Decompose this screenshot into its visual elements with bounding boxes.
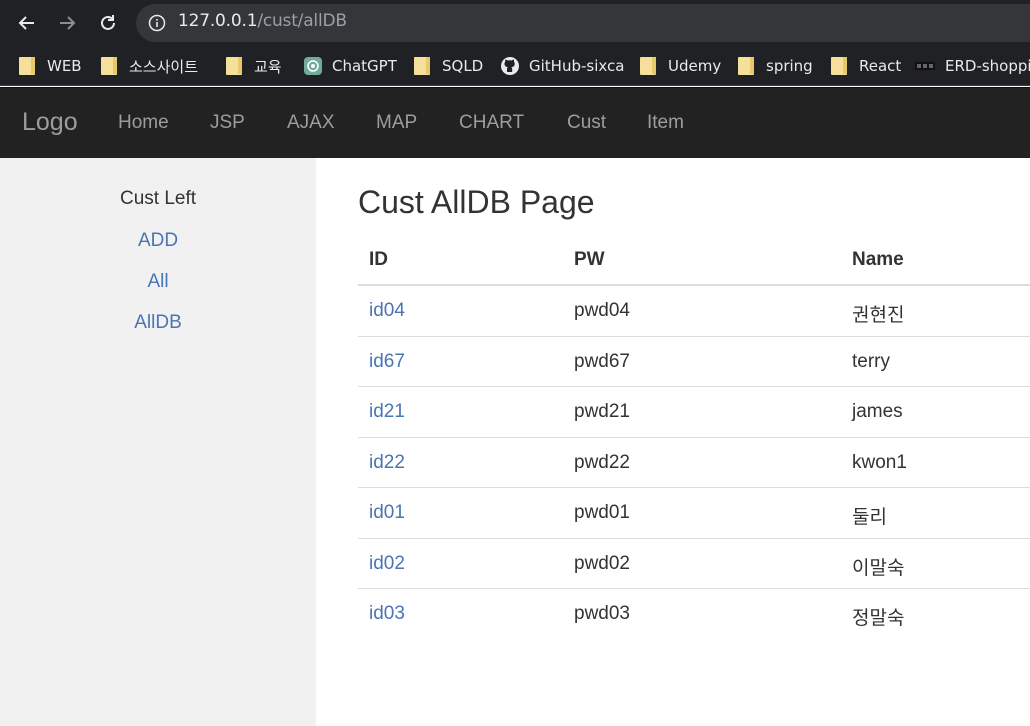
brand-logo[interactable]: Logo (22, 108, 78, 137)
folder-icon (101, 57, 117, 75)
table-row: id02 pwd02 이말숙 (358, 539, 1030, 589)
bookmark-label: spring (766, 57, 813, 75)
github-icon (501, 57, 519, 75)
bookmarks-bar: WEB 소스사이트 교육 ChatGPT SQLD GitHub-sixca U… (0, 46, 1030, 86)
folder-icon (414, 57, 430, 75)
nav-cust[interactable]: Cust (567, 112, 606, 134)
table-row: id21 pwd21 james (358, 387, 1030, 438)
column-header-name: Name (852, 249, 904, 270)
bookmark-erd[interactable]: ERD-shoppin (915, 55, 1030, 77)
table-row: id22 pwd22 kwon1 (358, 438, 1030, 488)
bookmark-udemy[interactable]: Udemy (640, 55, 721, 77)
column-header-pw: PW (574, 249, 605, 270)
info-icon[interactable] (148, 14, 166, 32)
nav-ajax[interactable]: AJAX (287, 112, 335, 134)
cust-name: 권현진 (852, 305, 905, 326)
cust-name: kwon1 (852, 451, 907, 473)
reload-icon[interactable] (93, 8, 123, 38)
cust-name: 둘리 (852, 507, 887, 528)
bookmark-source-sites[interactable]: 소스사이트 (101, 55, 198, 77)
bookmark-label: Udemy (668, 57, 722, 75)
bookmark-label: ERD-shoppin (945, 57, 1030, 75)
cust-pw: pwd67 (574, 350, 630, 372)
bookmark-label: GitHub-sixca (529, 57, 625, 75)
cust-id-link[interactable]: id04 (369, 300, 405, 322)
bookmark-react[interactable]: React (831, 55, 901, 77)
bookmark-label: SQLD (442, 57, 484, 75)
url-path: /cust/allDB (257, 11, 347, 31)
table-header: ID PW Name (358, 236, 1030, 286)
bookmark-label: 소스사이트 (129, 57, 199, 76)
bookmark-web[interactable]: WEB (19, 55, 82, 77)
nav-map[interactable]: MAP (376, 112, 417, 134)
cust-pw: pwd01 (574, 502, 630, 523)
chatgpt-icon (304, 57, 322, 75)
cust-pw: pwd03 (574, 603, 630, 624)
bookmark-label: React (859, 57, 902, 75)
erd-icon (915, 57, 935, 75)
nav-jsp[interactable]: JSP (210, 112, 245, 134)
cust-pw: pwd02 (574, 552, 630, 574)
nav-chart[interactable]: CHART (459, 112, 524, 134)
page-title: Cust AllDB Page (358, 184, 595, 220)
folder-icon (738, 57, 754, 75)
cust-pw: pwd22 (574, 451, 630, 473)
cust-name: 이말숙 (852, 557, 905, 579)
url-text[interactable]: 127.0.0.1/cust/allDB (178, 11, 347, 31)
bookmark-label: 교육 (254, 57, 282, 76)
bookmark-spring[interactable]: spring (738, 55, 813, 77)
cust-id-link[interactable]: id03 (369, 603, 405, 625)
site-navbar: Logo Home JSP AJAX MAP CHART Cust Item (0, 87, 1030, 158)
sidebar-link-add[interactable]: ADD (0, 230, 316, 252)
url-host: 127.0.0.1 (178, 11, 258, 31)
table-row: id01 pwd01 둘리 (358, 488, 1030, 539)
sidebar-link-all[interactable]: All (0, 271, 316, 293)
folder-icon (831, 57, 847, 75)
folder-icon (640, 57, 656, 75)
folder-icon (19, 57, 35, 75)
table-row: id04 pwd04 권현진 (358, 286, 1030, 337)
sidebar-title: Cust Left (119, 188, 197, 209)
folder-icon (226, 57, 242, 75)
browser-toolbar: 127.0.0.1/cust/allDB (0, 0, 1030, 46)
column-header-id: ID (369, 249, 388, 270)
forward-arrow-icon[interactable] (52, 8, 82, 38)
cust-id-link[interactable]: id21 (369, 401, 405, 423)
bookmark-github[interactable]: GitHub-sixca (501, 55, 624, 77)
table-row: id03 pwd03 정말숙 (358, 589, 1030, 640)
cust-pw: pwd04 (574, 300, 630, 321)
cust-name: 정말숙 (852, 608, 905, 629)
back-arrow-icon[interactable] (12, 8, 42, 38)
cust-id-link[interactable]: id22 (369, 452, 405, 474)
table-row: id67 pwd67 terry (358, 337, 1030, 387)
bookmark-sqld[interactable]: SQLD (414, 55, 483, 77)
cust-name: james (852, 401, 903, 422)
sidebar-link-alldb[interactable]: AllDB (0, 312, 316, 334)
cust-id-link[interactable]: id02 (369, 553, 405, 575)
nav-home[interactable]: Home (118, 112, 169, 134)
nav-item[interactable]: Item (647, 112, 684, 134)
bookmark-chatgpt[interactable]: ChatGPT (304, 55, 397, 77)
customer-table: ID PW Name id04 pwd04 권현진 id67 pwd67 ter… (358, 236, 1030, 640)
cust-pw: pwd21 (574, 401, 630, 422)
bookmark-label: ChatGPT (332, 57, 397, 75)
bookmark-education[interactable]: 교육 (226, 55, 282, 77)
cust-name: terry (852, 350, 890, 372)
cust-id-link[interactable]: id67 (369, 351, 405, 373)
cust-id-link[interactable]: id01 (369, 502, 405, 524)
sidebar: Cust Left ADD All AllDB (0, 158, 316, 726)
bookmark-label: WEB (47, 57, 82, 75)
